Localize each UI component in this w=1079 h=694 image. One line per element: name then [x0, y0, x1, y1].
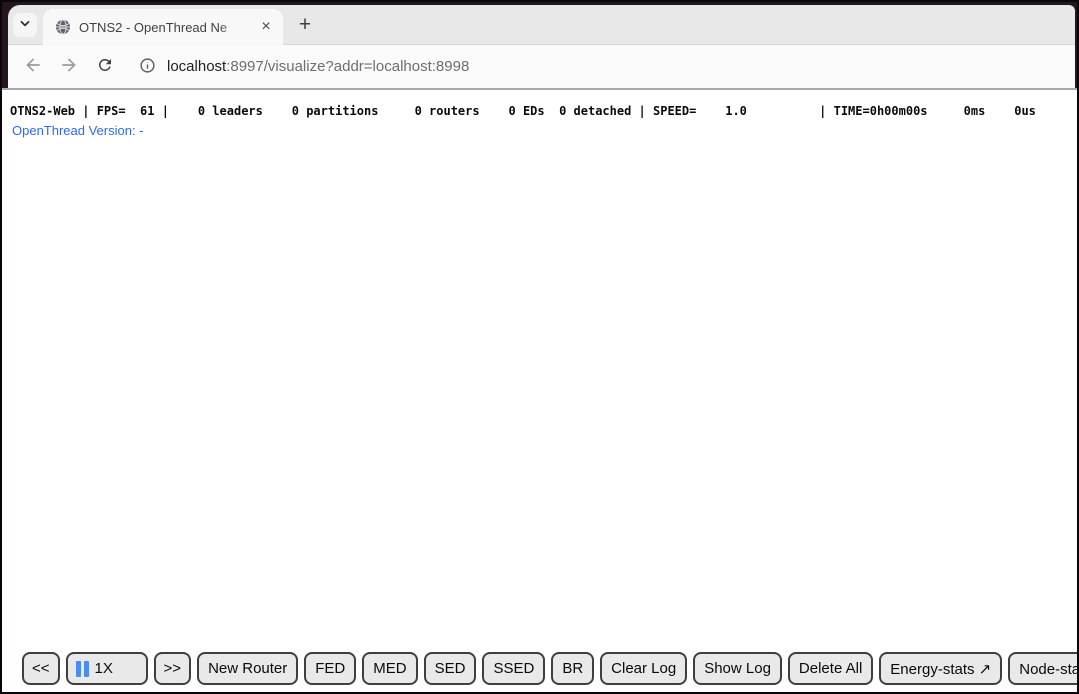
address-bar-url[interactable]: localhost:8997/visualize?addr=localhost:…: [167, 58, 469, 75]
pause-icon: [76, 661, 89, 677]
ssed-button[interactable]: SSED: [482, 652, 545, 685]
delete-all-button[interactable]: Delete All: [788, 652, 873, 685]
new-tab-button[interactable]: +: [291, 11, 319, 39]
sed-button[interactable]: SED: [424, 652, 477, 685]
step-forward-button[interactable]: >>: [154, 652, 192, 685]
show-log-button[interactable]: Show Log: [693, 652, 782, 685]
tab-title: OTNS2 - OpenThread Ne: [79, 20, 257, 35]
browser-window: OTNS2 - OpenThread Ne × +: [0, 0, 1079, 694]
speed-label: 1X: [95, 660, 113, 677]
forward-button[interactable]: [57, 55, 81, 79]
info-icon: [139, 57, 156, 77]
simulation-status-line: OTNS2-Web | FPS= 61 | 0 leaders 0 partit…: [10, 104, 1077, 118]
tab-search-button[interactable]: [13, 13, 37, 37]
window-frame: OTNS2 - OpenThread Ne × +: [2, 2, 1077, 88]
back-arrow-icon: [23, 55, 43, 78]
br-button[interactable]: BR: [551, 652, 594, 685]
url-host: localhost: [167, 58, 226, 75]
new-router-button[interactable]: New Router: [197, 652, 298, 685]
reload-icon: [96, 56, 114, 77]
otns-visualizer-page: OTNS2-Web | FPS= 61 | 0 leaders 0 partit…: [2, 90, 1077, 692]
back-button[interactable]: [21, 55, 45, 79]
browser-tab[interactable]: OTNS2 - OpenThread Ne ×: [43, 9, 283, 45]
close-icon[interactable]: ×: [257, 18, 275, 36]
med-button[interactable]: MED: [362, 652, 417, 685]
site-info-button[interactable]: [135, 55, 159, 79]
openthread-version-link[interactable]: OpenThread Version: -: [12, 123, 144, 138]
step-back-button[interactable]: <<: [22, 652, 60, 685]
reload-button[interactable]: [93, 55, 117, 79]
pause-speed-button[interactable]: 1X: [66, 652, 148, 685]
fed-button[interactable]: FED: [304, 652, 356, 685]
node-stats-button[interactable]: Node-stats ↗: [1008, 652, 1077, 685]
globe-icon: [55, 19, 71, 35]
tab-strip: OTNS2 - OpenThread Ne × +: [8, 5, 1075, 45]
url-path: :8997/visualize?addr=localhost:8998: [226, 58, 469, 75]
address-toolbar: localhost:8997/visualize?addr=localhost:…: [8, 45, 1075, 88]
simulation-toolbar: << 1X >> New Router FED MED SED SSED BR …: [22, 652, 1077, 685]
forward-arrow-icon: [59, 55, 79, 78]
chevron-down-icon: [18, 16, 32, 33]
energy-stats-button[interactable]: Energy-stats ↗: [879, 652, 1002, 685]
clear-log-button[interactable]: Clear Log: [600, 652, 687, 685]
